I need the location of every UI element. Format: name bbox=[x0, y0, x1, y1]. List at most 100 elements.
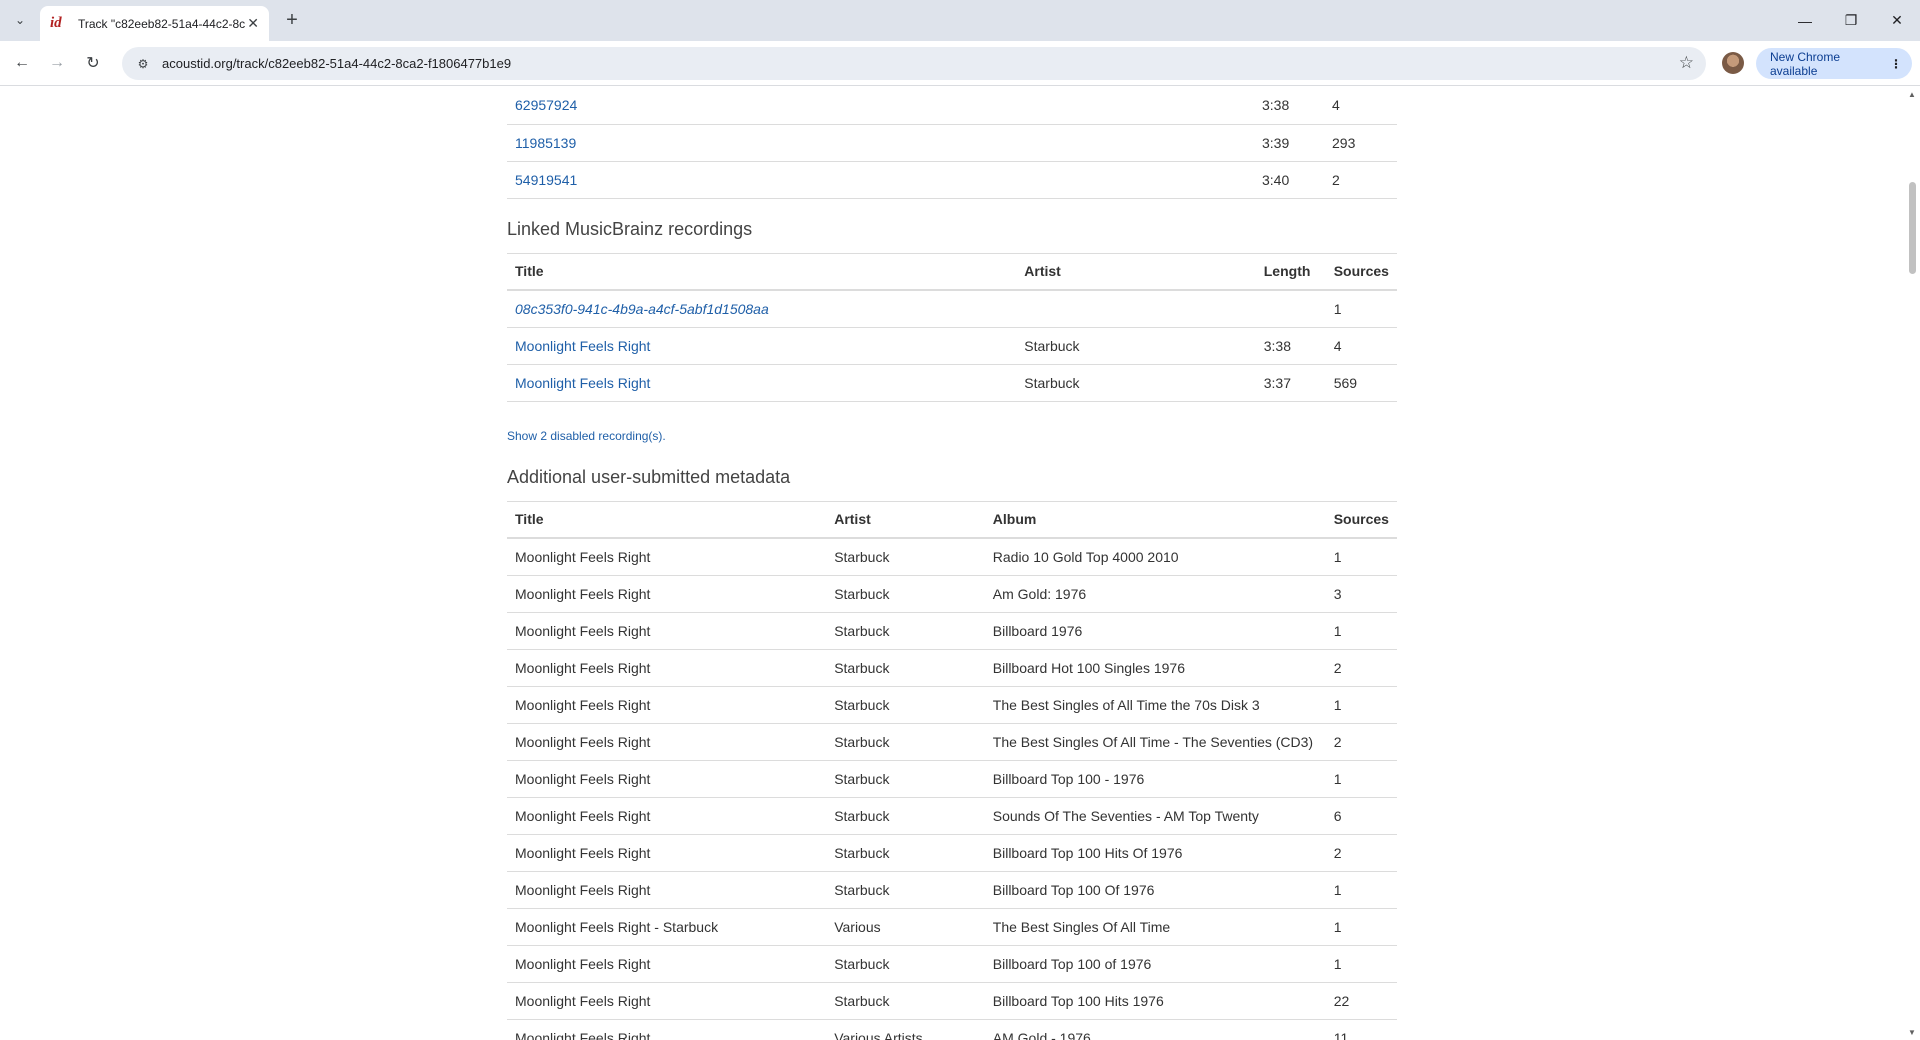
new-tab-icon[interactable]: + bbox=[280, 8, 304, 32]
reload-icon[interactable]: ↻ bbox=[79, 49, 107, 77]
metadata-row: Moonlight Feels Right Various Artists AM G… bbox=[507, 1019, 1397, 1040]
title-cell: Moonlight Feels Right - Starbuck bbox=[507, 908, 827, 946]
sources-cell: 2 bbox=[1325, 723, 1397, 761]
recording-title-cell: Moonlight Feels Right bbox=[507, 364, 1017, 402]
metadata-row: Moonlight Feels Right Starbuck Am Gold: 19… bbox=[507, 575, 1397, 613]
scroll-thumb[interactable] bbox=[1909, 182, 1916, 274]
title-cell: Moonlight Feels Right bbox=[507, 945, 827, 983]
album-cell: Sounds Of The Seventies - AM Top Twenty bbox=[984, 797, 1326, 835]
artist-cell: Starbuck bbox=[826, 982, 985, 1020]
album-cell: Billboard Top 100 - 1976 bbox=[984, 760, 1326, 798]
artist-cell: Various bbox=[826, 908, 985, 946]
menu-icon[interactable]: ⋮ bbox=[1890, 57, 1902, 71]
forward-icon[interactable]: → bbox=[43, 49, 71, 77]
back-icon[interactable]: ← bbox=[8, 49, 36, 77]
sources-cell: 1 bbox=[1325, 871, 1397, 909]
sources-cell: 293 bbox=[1324, 124, 1397, 162]
site-info-icon[interactable]: ⚙ bbox=[128, 57, 158, 71]
fingerprint-id-cell: 62957924 bbox=[507, 87, 1254, 125]
title-cell: Moonlight Feels Right bbox=[507, 538, 827, 576]
close-tab-icon[interactable]: ✕ bbox=[247, 15, 259, 32]
album-cell: Billboard Top 100 Hits Of 1976 bbox=[984, 834, 1326, 872]
album-cell: The Best Singles of All Time the 70s Dis… bbox=[984, 686, 1326, 724]
artist-cell: Starbuck bbox=[826, 649, 985, 687]
col-title: Title bbox=[507, 500, 827, 539]
url-text[interactable]: acoustid.org/track/c82eeb82-51a4-44c2-8c… bbox=[162, 56, 511, 71]
artist-cell bbox=[1016, 290, 1256, 328]
album-cell: The Best Singles Of All Time - The Seven… bbox=[984, 723, 1326, 761]
metadata-row: Moonlight Feels Right Starbuck Billboard T… bbox=[507, 834, 1397, 872]
artist-cell: Starbuck bbox=[826, 797, 985, 835]
sources-cell: 4 bbox=[1324, 87, 1397, 125]
close-window-icon[interactable]: ✕ bbox=[1874, 0, 1920, 41]
artist-cell: Starbuck bbox=[826, 871, 985, 909]
recording-link[interactable]: 08c353f0-941c-4b9a-a4cf-5abf1d1508aa bbox=[515, 301, 769, 317]
fingerprint-link[interactable]: 62957924 bbox=[515, 97, 577, 113]
length-cell: 3:38 bbox=[1255, 327, 1326, 365]
scroll-down-icon[interactable]: ▼ bbox=[1908, 1028, 1916, 1037]
sources-cell: 569 bbox=[1325, 364, 1397, 402]
page-content: 62957924 3:38 4 11985139 3:39 293 54919541 3:40… bbox=[507, 87, 1397, 1040]
fingerprints-table: 62957924 3:38 4 11985139 3:39 293 54919541 3:40… bbox=[507, 87, 1397, 199]
tab-strip: ⌄ id Track "c82eeb82-51a4-44c2-8c ✕ + — … bbox=[0, 0, 1920, 41]
metadata-row: Moonlight Feels Right Starbuck Billboard H… bbox=[507, 649, 1397, 687]
col-album: Album bbox=[984, 500, 1326, 539]
artist-cell: Starbuck bbox=[826, 538, 985, 576]
fingerprint-link[interactable]: 54919541 bbox=[515, 172, 577, 188]
sources-cell: 1 bbox=[1325, 612, 1397, 650]
album-cell: Billboard Hot 100 Singles 1976 bbox=[984, 649, 1326, 687]
recordings-heading: Linked MusicBrainz recordings bbox=[507, 218, 753, 239]
title-cell: Moonlight Feels Right bbox=[507, 982, 827, 1020]
sources-cell: 4 bbox=[1325, 327, 1397, 365]
col-length: Length bbox=[1255, 252, 1326, 291]
bookmark-star-icon[interactable]: ☆ bbox=[1679, 53, 1694, 73]
col-sources: Sources bbox=[1325, 500, 1397, 539]
vertical-scrollbar[interactable]: ▲ ▼ bbox=[1905, 87, 1920, 1040]
col-artist: Artist bbox=[1016, 252, 1256, 291]
artist-cell: Starbuck bbox=[826, 834, 985, 872]
restore-icon[interactable]: ❐ bbox=[1828, 0, 1874, 41]
artist-cell: Starbuck bbox=[826, 575, 985, 613]
fingerprint-id-cell: 11985139 bbox=[507, 124, 1254, 162]
acoustid-favicon-icon: id bbox=[50, 15, 62, 31]
album-cell: The Best Singles Of All Time bbox=[984, 908, 1326, 946]
recording-link[interactable]: Moonlight Feels Right bbox=[515, 338, 650, 354]
metadata-row: Moonlight Feels Right Starbuck Radio 10 Go… bbox=[507, 538, 1397, 576]
metadata-row: Moonlight Feels Right Starbuck Sounds Of T… bbox=[507, 797, 1397, 835]
profile-avatar[interactable] bbox=[1722, 52, 1744, 74]
metadata-row: Moonlight Feels Right - Starbuck Various T… bbox=[507, 908, 1397, 946]
metadata-row: Moonlight Feels Right Starbuck Billboard T… bbox=[507, 982, 1397, 1020]
artist-cell: Starbuck bbox=[1016, 327, 1256, 365]
sources-cell: 22 bbox=[1325, 982, 1397, 1020]
scroll-up-icon[interactable]: ▲ bbox=[1908, 90, 1916, 99]
fingerprint-id-cell: 54919541 bbox=[507, 161, 1254, 199]
artist-cell: Starbuck bbox=[1016, 364, 1256, 402]
col-sources: Sources bbox=[1325, 252, 1397, 291]
show-disabled-recordings-link[interactable]: Show 2 disabled recording(s). bbox=[507, 429, 1397, 443]
title-cell: Moonlight Feels Right bbox=[507, 1019, 827, 1040]
recording-title-cell: 08c353f0-941c-4b9a-a4cf-5abf1d1508aa bbox=[507, 290, 1017, 328]
recording-link[interactable]: Moonlight Feels Right bbox=[515, 375, 650, 391]
length-cell: 3:40 bbox=[1254, 161, 1324, 199]
update-label: New Chrome available bbox=[1770, 49, 1841, 78]
minimize-icon[interactable]: — bbox=[1782, 0, 1828, 41]
fingerprint-link[interactable]: 11985139 bbox=[515, 135, 576, 151]
browser-toolbar: ← → ↻ ⚙ acoustid.org/track/c82eeb82-51a4… bbox=[0, 41, 1920, 86]
artist-cell: Various Artists bbox=[826, 1019, 985, 1040]
tab-search-icon[interactable]: ⌄ bbox=[8, 8, 32, 32]
sources-cell: 1 bbox=[1325, 760, 1397, 798]
length-cell: 3:38 bbox=[1254, 87, 1324, 125]
browser-tab[interactable]: id Track "c82eeb82-51a4-44c2-8c ✕ bbox=[40, 6, 269, 41]
new-chrome-available-button[interactable]: New Chrome available ⋮ bbox=[1756, 48, 1912, 79]
sources-cell: 6 bbox=[1325, 797, 1397, 835]
col-title: Title bbox=[507, 252, 1017, 291]
page-viewport: 62957924 3:38 4 11985139 3:39 293 54919541 3:40… bbox=[0, 87, 1905, 1040]
artist-cell: Starbuck bbox=[826, 723, 985, 761]
album-cell: AM Gold - 1976 bbox=[984, 1019, 1326, 1040]
fingerprint-row: 62957924 3:38 4 bbox=[507, 87, 1397, 125]
sources-cell: 11 bbox=[1325, 1019, 1397, 1040]
title-cell: Moonlight Feels Right bbox=[507, 871, 827, 909]
address-bar[interactable]: ⚙ acoustid.org/track/c82eeb82-51a4-44c2-… bbox=[122, 47, 1706, 80]
metadata-row: Moonlight Feels Right Starbuck Billboard T… bbox=[507, 945, 1397, 983]
metadata-row: Moonlight Feels Right Starbuck The Best Si… bbox=[507, 686, 1397, 724]
